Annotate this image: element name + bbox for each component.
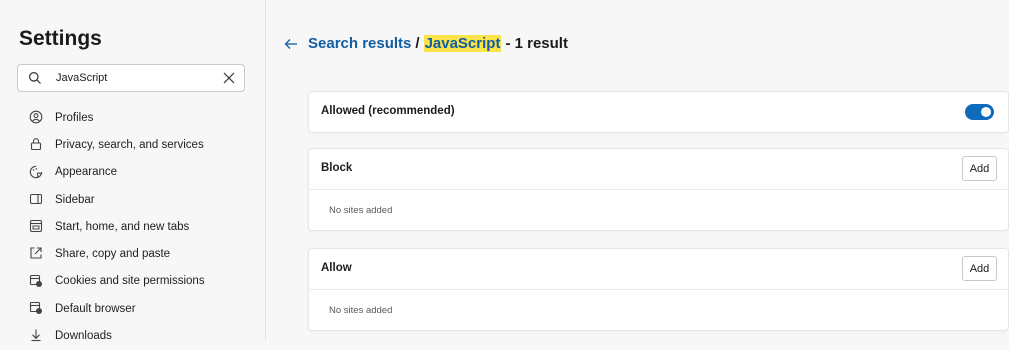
breadcrumb: Search results / JavaScript - 1 result	[284, 35, 568, 52]
appearance-icon	[29, 165, 43, 178]
block-empty-text: No sites added	[329, 205, 393, 216]
browser-icon	[29, 302, 42, 315]
settings-sidebar: Settings JavaScript Profiles Privacy, se…	[0, 0, 266, 342]
sidebar-item-label: Start, home, and new tabs	[55, 220, 190, 233]
sidebar-icon	[29, 193, 43, 204]
block-label: Block	[321, 162, 353, 174]
allow-card: Allow Add No sites added	[308, 248, 1009, 331]
settings-search-input[interactable]: JavaScript	[17, 64, 245, 92]
sidebar-item-share[interactable]: Share, copy and paste	[0, 240, 265, 267]
allow-add-button[interactable]: Add	[962, 256, 997, 281]
sidebar-item-label: Appearance	[55, 166, 118, 179]
cookies-icon	[29, 274, 42, 287]
allow-label: Allow	[321, 262, 352, 274]
download-icon	[31, 329, 41, 342]
sidebar-item-start-home[interactable]: Start, home, and new tabs	[0, 213, 265, 240]
home-tabs-icon	[29, 220, 43, 233]
sidebar-item-label: Default browser	[55, 302, 136, 315]
allowed-toggle[interactable]	[965, 104, 994, 120]
lock-icon	[30, 138, 42, 151]
block-card: Block Add No sites added	[308, 148, 1009, 231]
allowed-label: Allowed (recommended)	[321, 105, 455, 117]
breadcrumb-separator: /	[415, 35, 420, 52]
sidebar-item-downloads[interactable]: Downloads	[0, 322, 265, 349]
share-icon	[30, 247, 42, 260]
allow-empty-state: No sites added	[309, 290, 1008, 330]
sidebar-title: Settings	[19, 27, 102, 50]
allow-header-row: Allow Add	[309, 249, 1008, 289]
sidebar-item-label: Sidebar	[55, 193, 95, 206]
allowed-row: Allowed (recommended)	[309, 92, 1008, 132]
profile-icon	[29, 110, 43, 124]
sidebar-item-default-browser[interactable]: Default browser	[0, 295, 265, 322]
toggle-knob	[981, 107, 991, 117]
result-count: - 1 result	[505, 35, 568, 52]
allow-empty-text: No sites added	[329, 305, 393, 316]
block-header-row: Block Add	[309, 149, 1008, 189]
sidebar-item-label: Cookies and site permissions	[55, 275, 205, 288]
block-add-button[interactable]: Add	[962, 156, 997, 181]
close-icon[interactable]	[222, 71, 236, 85]
main-content: Search results / JavaScript - 1 result A…	[266, 0, 1009, 341]
sidebar-item-label: Profiles	[55, 111, 94, 124]
back-arrow-icon[interactable]	[284, 37, 298, 51]
breadcrumb-highlight-term: JavaScript	[423, 35, 502, 52]
search-input-value: JavaScript	[56, 72, 108, 84]
sidebar-item-cookies[interactable]: Cookies and site permissions	[0, 268, 265, 295]
allowed-card: Allowed (recommended)	[308, 91, 1009, 133]
sidebar-item-label: Privacy, search, and services	[55, 138, 204, 151]
block-empty-state: No sites added	[309, 190, 1008, 230]
sidebar-item-privacy[interactable]: Privacy, search, and services	[0, 131, 265, 158]
settings-nav: Profiles Privacy, search, and services A…	[0, 104, 265, 350]
sidebar-item-label: Downloads	[55, 330, 112, 343]
sidebar-item-label: Share, copy and paste	[55, 248, 171, 261]
sidebar-item-sidebar[interactable]: Sidebar	[0, 186, 265, 213]
sidebar-item-appearance[interactable]: Appearance	[0, 159, 265, 186]
breadcrumb-search-results-link[interactable]: Search results	[308, 35, 411, 52]
search-icon	[29, 72, 41, 84]
sidebar-item-profiles[interactable]: Profiles	[0, 104, 265, 131]
